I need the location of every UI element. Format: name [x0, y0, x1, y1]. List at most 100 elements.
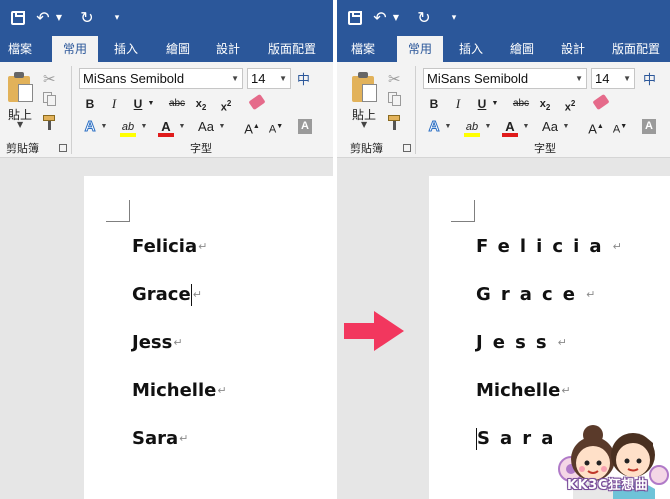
character-shading-button[interactable]: A: [642, 119, 656, 134]
paragraph-mark: ↵: [179, 432, 189, 445]
paragraph-line[interactable]: Felicia↵: [132, 234, 207, 260]
subscript-button[interactable]: x2: [193, 95, 209, 113]
chevron-down-icon: ▼: [231, 74, 239, 83]
italic-button[interactable]: I: [452, 95, 464, 113]
paragraph-line[interactable]: Michelle↵: [132, 378, 227, 404]
copy-icon[interactable]: [43, 92, 57, 106]
change-case-button[interactable]: Aa: [196, 118, 216, 136]
tab-file[interactable]: 檔案: [8, 36, 32, 62]
subscript-button[interactable]: x2: [537, 95, 553, 113]
character-shading-button[interactable]: A: [298, 119, 312, 134]
highlight-button[interactable]: ab: [462, 118, 482, 137]
clear-formatting-icon[interactable]: [248, 93, 266, 111]
tab-layout[interactable]: 版面配置: [268, 36, 316, 62]
cut-icon[interactable]: ✂: [43, 70, 56, 88]
right-arrow-icon: [344, 311, 404, 351]
document-page[interactable]: Felicia↵ Grace ↵ Jess↵ Michelle↵ Sara↵: [84, 176, 333, 499]
font-size-select[interactable]: 14 ▼: [247, 68, 291, 89]
clear-formatting-icon[interactable]: [592, 93, 610, 111]
tab-design[interactable]: 設計: [216, 36, 240, 62]
paragraph-line[interactable]: Sara: [476, 426, 563, 452]
format-painter-icon[interactable]: [388, 115, 404, 131]
tab-draw[interactable]: 繪圖: [166, 36, 190, 62]
highlight-button[interactable]: ab: [118, 118, 138, 137]
save-icon[interactable]: [8, 8, 28, 28]
ribbon-tabs: 檔案 常用 插入 繪圖 設計 版面配置: [337, 36, 670, 62]
redo-icon[interactable]: ↻: [415, 8, 433, 28]
strikethrough-button[interactable]: abc: [511, 95, 531, 113]
superscript-button[interactable]: x2: [562, 95, 578, 114]
format-painter-icon[interactable]: [43, 115, 59, 131]
superscript-button[interactable]: x2: [218, 95, 234, 114]
highlight-dropdown-icon[interactable]: ▼: [140, 118, 148, 136]
shrink-font-button[interactable]: A▼: [268, 118, 284, 136]
customize-toolbar-icon[interactable]: ▾: [447, 8, 461, 28]
highlight-dropdown-icon[interactable]: ▼: [484, 118, 492, 136]
tab-design[interactable]: 設計: [561, 36, 585, 62]
grow-font-button[interactable]: A▲: [244, 118, 260, 136]
paragraph-mark: ↵: [217, 384, 227, 397]
tab-layout[interactable]: 版面配置: [612, 36, 660, 62]
clipboard-launcher-icon[interactable]: [403, 144, 411, 152]
undo-dropdown-icon[interactable]: ▼: [54, 8, 64, 28]
paragraph-line[interactable]: Michelle↵: [476, 378, 571, 404]
shrink-font-button[interactable]: A▼: [612, 118, 628, 136]
quick-access-toolbar: ↶ ▼ ↻ ▾: [337, 0, 670, 36]
paragraph-line[interactable]: Sara↵: [132, 426, 188, 452]
paragraph-line[interactable]: Jess↵: [132, 330, 183, 356]
underline-button[interactable]: U: [132, 95, 144, 113]
bold-button[interactable]: B: [428, 95, 440, 113]
tab-insert[interactable]: 插入: [459, 36, 483, 62]
paragraph-line[interactable]: Grace↵: [476, 282, 595, 308]
paste-icon[interactable]: [352, 72, 378, 102]
paragraph-mark: ↵: [561, 384, 571, 397]
save-icon[interactable]: [345, 8, 365, 28]
chevron-down-icon: ▼: [575, 74, 583, 83]
paste-dropdown-icon[interactable]: ▼: [17, 120, 23, 129]
underline-dropdown-icon[interactable]: ▼: [491, 95, 499, 113]
watermark-text: KK3C狂想曲: [567, 478, 649, 493]
font-size-select[interactable]: 14 ▼: [591, 68, 635, 89]
customize-toolbar-icon[interactable]: ▾: [110, 8, 124, 28]
tab-draw[interactable]: 繪圖: [510, 36, 534, 62]
strikethrough-button[interactable]: abc: [167, 95, 187, 113]
font-color-button[interactable]: A: [501, 118, 519, 137]
font-color-button[interactable]: A: [157, 118, 175, 137]
grow-font-button[interactable]: A▲: [588, 118, 604, 136]
copy-icon[interactable]: [388, 92, 402, 106]
undo-icon[interactable]: ↶: [34, 8, 52, 28]
change-case-dropdown-icon[interactable]: ▼: [218, 118, 226, 136]
phonetic-guide-button[interactable]: 中: [643, 69, 656, 88]
undo-dropdown-icon[interactable]: ▼: [391, 8, 401, 28]
font-color-dropdown-icon[interactable]: ▼: [178, 118, 186, 136]
text-effects-button[interactable]: A: [82, 118, 98, 136]
italic-button[interactable]: I: [108, 95, 120, 113]
text-effects-dropdown-icon[interactable]: ▼: [100, 118, 108, 136]
change-case-button[interactable]: Aa: [540, 118, 560, 136]
paragraph-line[interactable]: Felicia↵: [476, 234, 622, 260]
tab-insert[interactable]: 插入: [114, 36, 138, 62]
underline-button[interactable]: U: [476, 95, 488, 113]
word-window-before: ↶ ▼ ↻ ▾ 檔案 常用 插入 繪圖 設計 版面配置 貼上 ▼ ✂ 剪貼簿 M…: [0, 0, 333, 499]
font-color-dropdown-icon[interactable]: ▼: [522, 118, 530, 136]
tab-file[interactable]: 檔案: [351, 36, 375, 62]
tab-home[interactable]: 常用: [52, 36, 98, 62]
paragraph-line[interactable]: Jess↵: [476, 330, 567, 356]
text-effects-dropdown-icon[interactable]: ▼: [444, 118, 452, 136]
font-name-select[interactable]: MiSans Semibold ▼: [79, 68, 243, 89]
redo-icon[interactable]: ↻: [78, 8, 96, 28]
font-group-label: 字型: [534, 142, 556, 155]
font-name-select[interactable]: MiSans Semibold ▼: [423, 68, 587, 89]
paste-dropdown-icon[interactable]: ▼: [361, 120, 367, 129]
undo-icon[interactable]: ↶: [371, 8, 389, 28]
paste-icon[interactable]: [8, 72, 34, 102]
phonetic-guide-button[interactable]: 中: [297, 69, 310, 88]
tab-home[interactable]: 常用: [397, 36, 443, 62]
paragraph-line[interactable]: Grace↵: [132, 282, 202, 308]
change-case-dropdown-icon[interactable]: ▼: [562, 118, 570, 136]
cut-icon[interactable]: ✂: [388, 70, 401, 88]
bold-button[interactable]: B: [84, 95, 96, 113]
text-effects-button[interactable]: A: [426, 118, 442, 136]
clipboard-launcher-icon[interactable]: [59, 144, 67, 152]
underline-dropdown-icon[interactable]: ▼: [147, 95, 155, 113]
